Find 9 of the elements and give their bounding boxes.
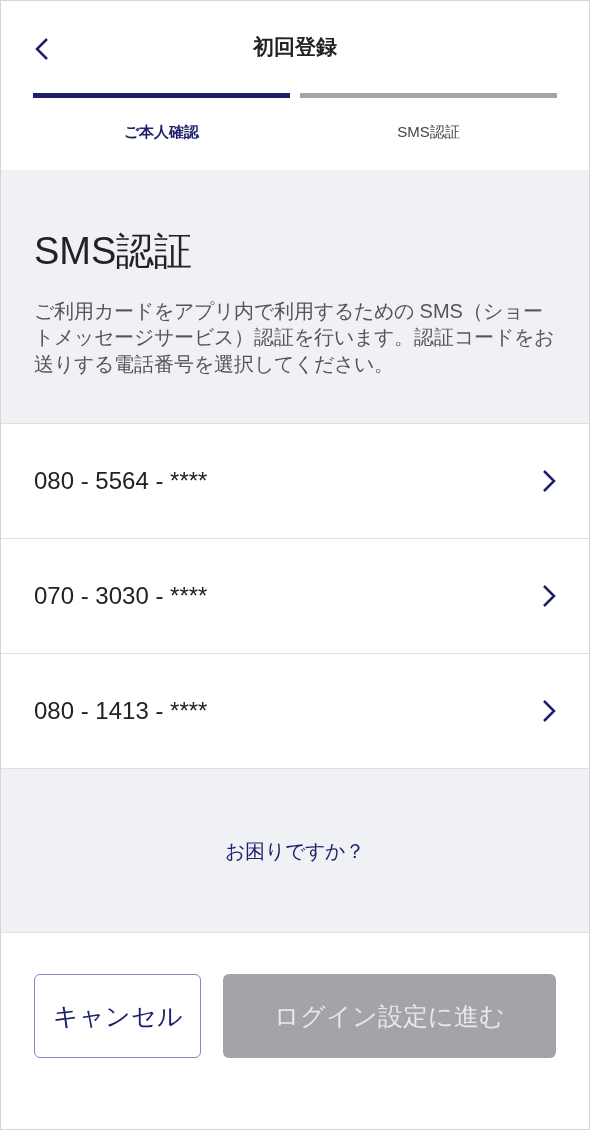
description-text: ご利用カードをアプリ内で利用するための SMS（ショートメッセージサービス）認証を行います。認証コードをお送りする電話番号を選択してください。 [34, 298, 555, 377]
chevron-right-icon [542, 469, 556, 494]
chevron-right-icon [542, 584, 556, 609]
cancel-button[interactable]: キャンセル [34, 974, 201, 1059]
help-link[interactable]: お困りですか？ [225, 835, 365, 866]
chevron-right-icon [542, 699, 556, 724]
section-heading: SMS認証 [34, 229, 194, 274]
back-icon [35, 37, 49, 61]
page-title: 初回登録 [253, 34, 337, 61]
